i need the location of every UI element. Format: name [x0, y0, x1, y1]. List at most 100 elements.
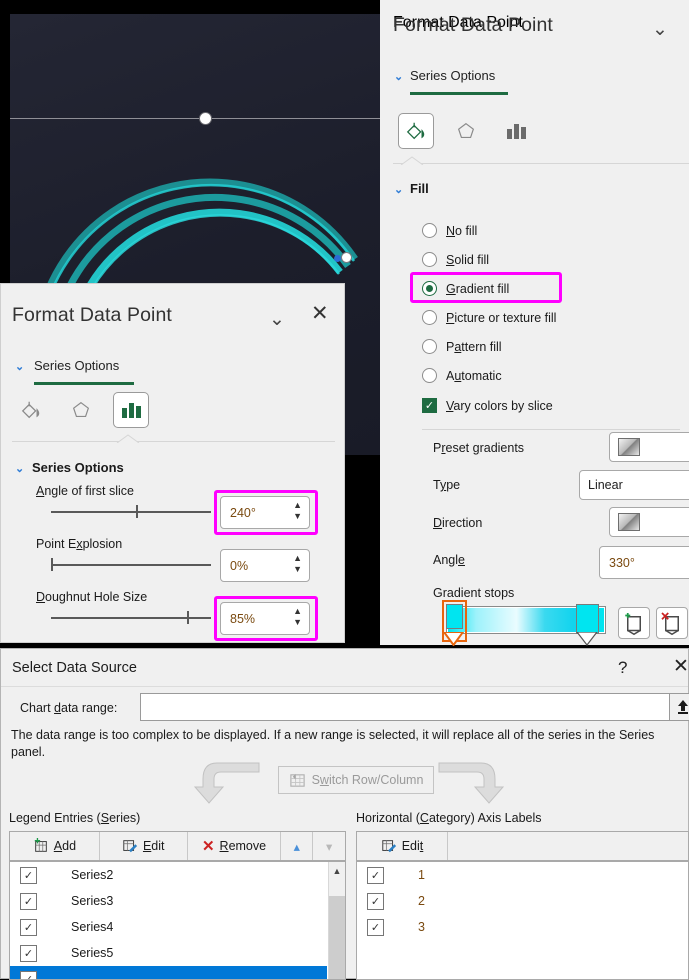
fill-section-heading: Fill: [410, 181, 429, 196]
remove-gradient-stop-icon[interactable]: [656, 607, 688, 639]
axis-labels-list[interactable]: ✓1✓2✓3: [356, 861, 689, 980]
spinner-arrows[interactable]: ▲▼: [293, 607, 302, 626]
fill-line-icon[interactable]: [398, 113, 434, 149]
control-value: 240°: [230, 506, 256, 520]
item-checkbox[interactable]: ✓: [20, 919, 37, 936]
legend-entries-list[interactable]: ✓Series2✓Series3✓Series4✓Series5✓ ▲: [9, 861, 346, 980]
radio-indicator[interactable]: [422, 223, 437, 238]
fill-options-group: No fill Solid fill Gradient fill Picture or…: [422, 216, 682, 430]
add-gradient-stop-icon[interactable]: [618, 607, 650, 639]
item-checkbox[interactable]: ✓: [20, 945, 37, 962]
dialog-message: The data range is too complex to be disp…: [11, 727, 683, 761]
list-item[interactable]: ✓1: [357, 862, 688, 888]
item-checkbox[interactable]: ✓: [367, 867, 384, 884]
help-question-icon[interactable]: ?: [618, 658, 627, 678]
control-slider[interactable]: [51, 511, 211, 513]
chart-selection-handle[interactable]: [199, 112, 212, 125]
radio-indicator[interactable]: [422, 339, 437, 354]
gradient-direction-combo[interactable]: ⌄: [609, 507, 689, 537]
slider-thumb[interactable]: [187, 611, 189, 624]
list-item[interactable]: ✓Series4: [10, 914, 327, 940]
chevron-down-icon[interactable]: ⌄: [652, 18, 668, 41]
fill-option-picture-or-texture-fill[interactable]: Picture or texture fill: [422, 303, 682, 332]
gradient-stop-1-pointer[interactable]: [442, 632, 467, 646]
angle-label: Angle: [433, 553, 465, 567]
control-spinner[interactable]: 0% ▲▼: [220, 549, 310, 582]
range-selector-icon[interactable]: [669, 693, 689, 721]
edit-series-button[interactable]: Edit: [100, 832, 188, 860]
chart-data-range-label: Chart data range:: [20, 701, 117, 715]
switch-row-column-button[interactable]: Switch Row/Column: [278, 766, 434, 794]
gradient-angle-value: 330°: [609, 556, 635, 570]
chart-data-range-field[interactable]: [141, 694, 689, 720]
vary-colors-by-slice-checkbox[interactable]: ✓Vary colors by slice: [422, 391, 682, 420]
chevron-down-icon[interactable]: ⌄: [15, 462, 24, 475]
list-item[interactable]: ✓Series2: [10, 862, 327, 888]
checkbox-indicator[interactable]: ✓: [422, 398, 437, 413]
close-icon[interactable]: ✕: [673, 658, 689, 676]
item-checkbox[interactable]: ✓: [367, 893, 384, 910]
item-checkbox[interactable]: ✓: [20, 867, 37, 884]
fill-option-solid-fill[interactable]: Solid fill: [422, 245, 682, 274]
edit-axis-button[interactable]: Edit: [357, 832, 448, 860]
active-tab-underline: [34, 382, 134, 385]
effects-icon[interactable]: [448, 113, 484, 149]
fill-option-automatic[interactable]: Automatic: [422, 361, 682, 390]
list-item[interactable]: ✓3: [357, 914, 688, 940]
remove-series-button[interactable]: ✕ Remove: [188, 832, 282, 860]
fill-option-label: Pattern fill: [446, 340, 502, 354]
radio-indicator[interactable]: [422, 310, 437, 325]
effects-icon[interactable]: [63, 392, 99, 428]
control-spinner[interactable]: 240° ▲▼: [220, 496, 310, 529]
fill-option-pattern-fill[interactable]: Pattern fill: [422, 332, 682, 361]
slider-thumb[interactable]: [51, 558, 53, 571]
series-options-icon[interactable]: [113, 392, 149, 428]
chevron-down-icon[interactable]: ⌄: [15, 360, 24, 373]
radio-indicator[interactable]: [422, 252, 437, 267]
slider-thumb[interactable]: [136, 505, 138, 518]
radio-indicator[interactable]: [422, 368, 437, 383]
legend-scrollbar[interactable]: ▲: [328, 862, 345, 980]
control-value: 0%: [230, 559, 248, 573]
chevron-down-icon[interactable]: ⌄: [269, 308, 285, 331]
gradient-angle-spinner[interactable]: 330° ▲▼: [599, 546, 689, 579]
gradient-stop-2[interactable]: [576, 604, 599, 634]
spinner-arrows[interactable]: ▲▼: [293, 501, 302, 520]
arc-selection-handle[interactable]: [341, 252, 352, 263]
gradient-type-combo[interactable]: Linear ⌄: [579, 470, 689, 500]
scroll-thumb[interactable]: [329, 896, 346, 980]
spinner-arrows[interactable]: ▲▼: [293, 554, 302, 573]
list-item[interactable]: ✓Series3: [10, 888, 327, 914]
control-slider[interactable]: [51, 617, 211, 619]
list-item[interactable]: ✓2: [357, 888, 688, 914]
spinner-down-icon: ▼: [293, 565, 302, 573]
fill-option-no-fill[interactable]: No fill: [422, 216, 682, 245]
item-checkbox[interactable]: ✓: [20, 893, 37, 910]
fill-option-label: Gradient fill: [446, 282, 509, 296]
list-item[interactable]: ✓Series5: [10, 940, 327, 966]
move-up-icon[interactable]: ▴: [281, 832, 313, 860]
item-checkbox[interactable]: ✓: [367, 919, 384, 936]
chevron-down-icon[interactable]: ⌄: [394, 183, 403, 196]
add-label: Add: [54, 839, 76, 853]
radio-indicator[interactable]: [422, 281, 437, 296]
preset-gradients-combo[interactable]: ⌄: [609, 432, 689, 462]
chart-data-range-input[interactable]: [140, 693, 689, 721]
fill-option-label: Picture or texture fill: [446, 311, 556, 325]
scroll-up-icon[interactable]: ▲: [329, 862, 345, 879]
series-options-icon[interactable]: [498, 113, 534, 149]
edit-series-icon: [122, 838, 138, 854]
list-item[interactable]: ✓: [10, 966, 327, 980]
fill-option-label: No fill: [446, 224, 477, 238]
control-slider[interactable]: [51, 564, 211, 566]
chevron-down-icon[interactable]: ⌄: [394, 70, 403, 83]
move-down-icon[interactable]: ▾: [313, 832, 345, 860]
add-series-icon: [33, 838, 49, 854]
add-series-button[interactable]: Add: [10, 832, 100, 860]
fill-line-icon[interactable]: [13, 392, 49, 428]
control-spinner[interactable]: 85%▲▼: [220, 602, 310, 635]
close-icon[interactable]: ✕: [311, 304, 329, 324]
fill-option-gradient-fill[interactable]: Gradient fill: [422, 274, 682, 303]
tab-pointer: [400, 156, 424, 165]
gradient-stop-2-pointer[interactable]: [576, 632, 599, 646]
